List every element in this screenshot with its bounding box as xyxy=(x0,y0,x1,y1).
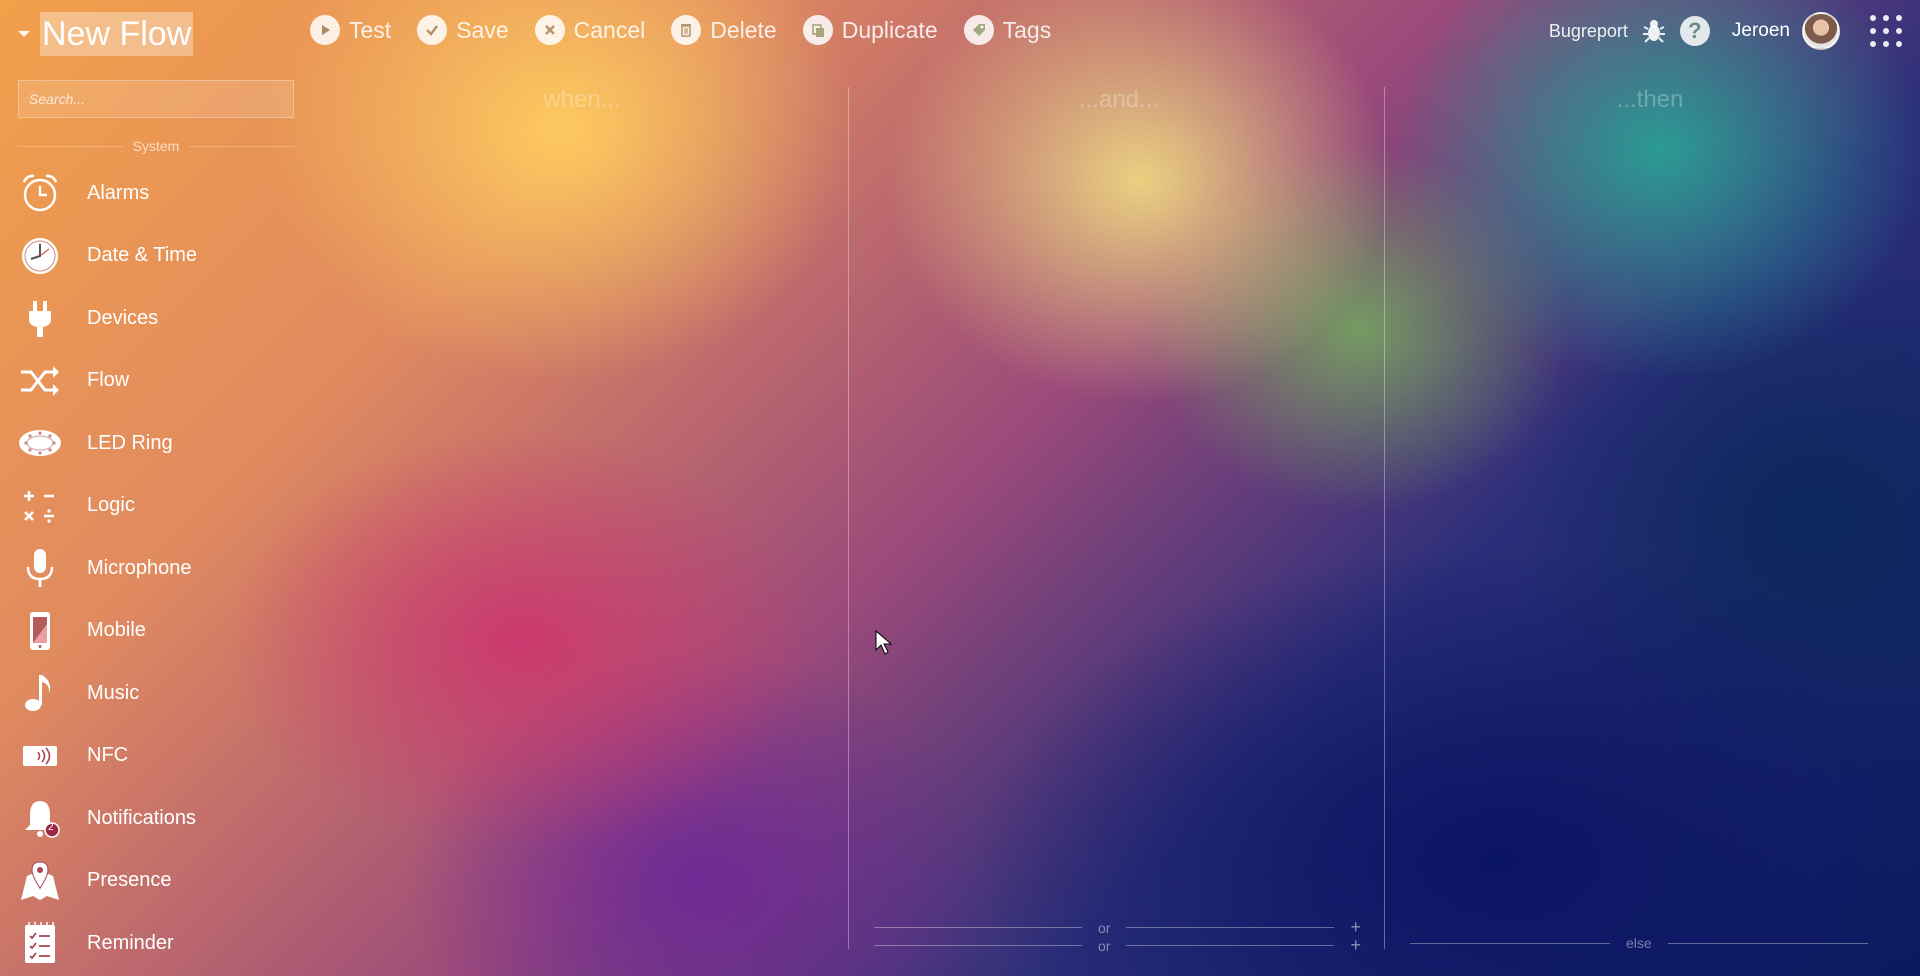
checklist-icon xyxy=(18,921,62,965)
delete-button-label: Delete xyxy=(710,16,777,43)
sidebar-item-label: Notifications xyxy=(87,806,196,829)
play-icon xyxy=(310,15,340,45)
tags-button-label: Tags xyxy=(1002,16,1052,43)
sidebar-item-label: Alarms xyxy=(87,181,150,204)
sidebar-item-label: Date & Time xyxy=(87,244,198,267)
flow-menu-caret-icon[interactable] xyxy=(18,31,30,37)
sidebar-item-flow[interactable]: Flow xyxy=(0,350,312,413)
section-label: System xyxy=(132,138,180,154)
or-label: or xyxy=(1098,919,1111,936)
test-button[interactable]: Test xyxy=(310,15,391,45)
card-list: Alarms Date & Time Devices Flow LED Ring xyxy=(0,162,312,975)
sidebar-item-microphone[interactable]: Microphone xyxy=(0,537,312,600)
sidebar-item-mobile[interactable]: Mobile xyxy=(0,600,312,663)
apps-grid-icon[interactable] xyxy=(1870,15,1902,47)
sidebar-item-presence[interactable]: Presence xyxy=(0,850,312,913)
sidebar-item-alarms[interactable]: Alarms xyxy=(0,162,312,225)
sidebar-item-label: Flow xyxy=(87,369,130,392)
map-pin-icon xyxy=(18,859,62,903)
duplicate-icon xyxy=(802,15,833,45)
add-or-condition-button[interactable]: + xyxy=(1350,935,1361,956)
tag-icon xyxy=(963,15,994,45)
sidebar-item-label: Logic xyxy=(87,494,135,517)
sidebar-item-label: Reminder xyxy=(87,931,174,954)
column-title-and: ...and... xyxy=(1078,86,1160,113)
column-title-when: when... xyxy=(543,86,621,113)
music-note-icon xyxy=(18,671,62,715)
sidebar-item-label: LED Ring xyxy=(87,431,173,454)
sidebar-item-nfc[interactable]: NFC xyxy=(0,725,312,788)
top-bar: New Flow Test Save Cancel Delete Duplica… xyxy=(0,0,1920,62)
math-icon xyxy=(18,484,62,528)
flow-canvas[interactable]: when... ...and... ...then or + or + else xyxy=(312,62,1920,976)
sidebar-item-notifications[interactable]: 2 Notifications xyxy=(0,787,312,850)
bug-icon[interactable] xyxy=(1638,15,1670,47)
else-row: else xyxy=(1410,935,1868,951)
bell-icon: 2 xyxy=(18,796,62,840)
account-bar: Bugreport ? Jeroen xyxy=(1549,12,1902,50)
check-icon xyxy=(417,15,448,45)
flow-title-area: New Flow xyxy=(18,12,194,56)
sidebar-item-label: Music xyxy=(87,681,140,704)
mouse-cursor-icon xyxy=(875,630,893,655)
sidebar-item-reminder[interactable]: Reminder xyxy=(0,912,312,975)
sidebar-item-label: Microphone xyxy=(87,556,192,579)
duplicate-button-label: Duplicate xyxy=(841,16,938,43)
bugreport-link[interactable]: Bugreport xyxy=(1549,21,1628,42)
cancel-icon xyxy=(534,15,565,45)
cancel-button-label: Cancel xyxy=(573,16,646,43)
delete-button[interactable]: Delete xyxy=(671,15,777,45)
flow-title[interactable]: New Flow xyxy=(40,12,194,56)
shuffle-icon xyxy=(18,359,62,403)
or-label: or xyxy=(1098,937,1111,954)
save-button[interactable]: Save xyxy=(417,15,509,45)
sidebar-item-label: Devices xyxy=(87,306,159,329)
sidebar-item-date-time[interactable]: Date & Time xyxy=(0,225,312,288)
else-label: else xyxy=(1626,935,1652,951)
sidebar: System Alarms Date & Time Devices Flo xyxy=(0,62,312,976)
avatar[interactable] xyxy=(1802,12,1840,50)
column-divider xyxy=(848,87,849,949)
test-button-label: Test xyxy=(349,16,392,43)
column-title-then: ...then xyxy=(1616,86,1684,113)
nfc-icon xyxy=(18,734,62,778)
cancel-button[interactable]: Cancel xyxy=(534,15,646,45)
sidebar-item-led-ring[interactable]: LED Ring xyxy=(0,412,312,475)
or-row: or + xyxy=(874,935,1361,956)
duplicate-button[interactable]: Duplicate xyxy=(802,15,938,45)
save-button-label: Save xyxy=(456,16,509,43)
tags-button[interactable]: Tags xyxy=(963,15,1052,45)
alarm-clock-icon xyxy=(18,171,62,215)
section-header-system: System xyxy=(18,138,294,154)
clock-icon xyxy=(18,234,62,278)
sidebar-item-music[interactable]: Music xyxy=(0,662,312,725)
notification-badge: 2 xyxy=(48,822,54,834)
sidebar-item-devices[interactable]: Devices xyxy=(0,287,312,350)
username[interactable]: Jeroen xyxy=(1732,20,1790,42)
column-divider xyxy=(1384,87,1385,949)
plug-icon xyxy=(18,296,62,340)
sidebar-item-label: Presence xyxy=(87,869,172,892)
trash-icon xyxy=(671,15,702,45)
sidebar-item-logic[interactable]: Logic xyxy=(0,475,312,538)
toolbar: Test Save Cancel Delete Duplicate Tags xyxy=(310,15,1077,45)
sidebar-item-label: Mobile xyxy=(87,619,146,642)
search-input[interactable] xyxy=(18,80,294,118)
microphone-icon xyxy=(18,546,62,590)
led-ring-icon xyxy=(18,421,62,465)
help-icon[interactable]: ? xyxy=(1679,16,1710,46)
sidebar-item-label: NFC xyxy=(87,744,129,767)
mobile-icon xyxy=(18,609,62,653)
